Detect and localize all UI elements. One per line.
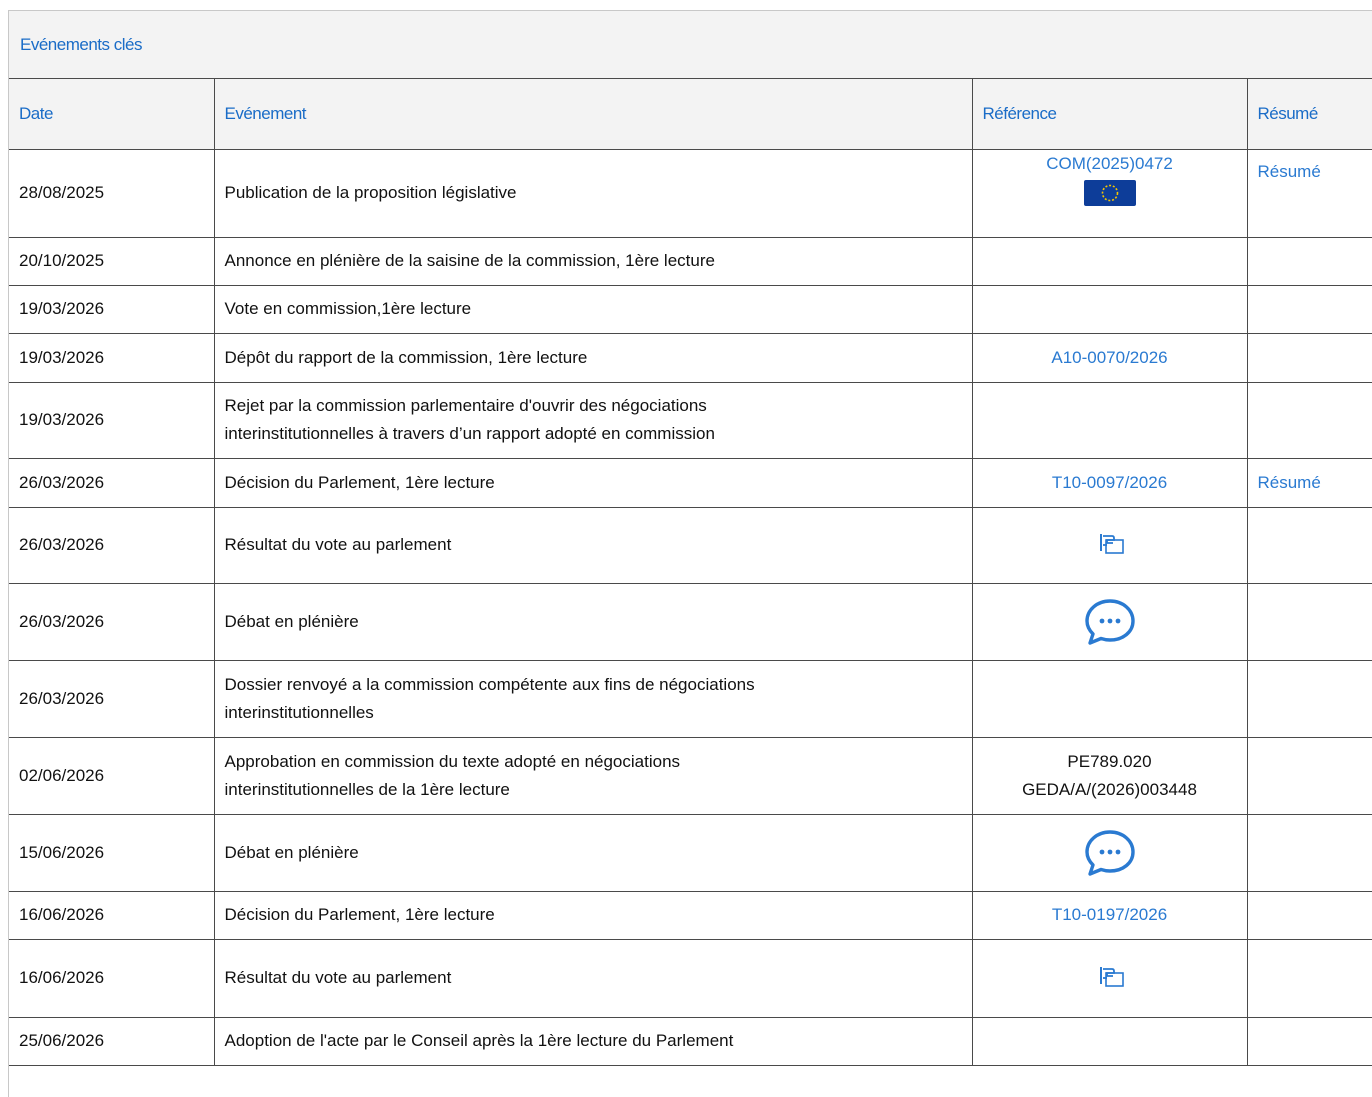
summary-link[interactable]: Résumé [1258, 473, 1321, 492]
event-date: 15/06/2026 [9, 814, 214, 892]
reference-cell: PE789.020 GEDA/A/(2026)003448 [971, 737, 1247, 815]
summary-cell [1246, 814, 1372, 892]
table-row: 02/06/2026 Approbation en commission du … [9, 737, 1372, 815]
summary-cell [1246, 939, 1372, 1018]
event-date: 16/06/2026 [9, 939, 214, 1018]
table-row: 26/03/2026 Résultat du vote au parlement [9, 507, 1372, 584]
debate-speech-bubble-icon[interactable] [1082, 597, 1138, 647]
event-title: Débat en plénière [213, 583, 972, 661]
event-title: Dossier renvoyé a la commission compéten… [213, 660, 972, 738]
event-title: Décision du Parlement, 1ère lecture [213, 458, 972, 508]
event-date: 25/06/2026 [9, 1017, 214, 1066]
column-header-reference: Référence [971, 79, 1247, 150]
event-title-line: Approbation en commission du texte adopt… [224, 751, 681, 771]
reference-text: GEDA/A/(2026)003448 [1022, 779, 1197, 799]
event-title: Résultat du vote au parlement [213, 939, 972, 1018]
reference-cell [971, 1017, 1247, 1066]
summary-cell [1246, 660, 1372, 738]
reference-cell: T10-0097/2026 [971, 458, 1247, 508]
event-date: 19/03/2026 [9, 285, 214, 334]
panel-title: Evénements clés [9, 11, 1372, 79]
column-header-date: Date [9, 79, 214, 150]
event-date: 19/03/2026 [9, 333, 214, 383]
key-events-table: Date Evénement Référence Résumé 28/08/20… [9, 79, 1372, 1066]
reference-link[interactable]: COM(2025)0472 [973, 150, 1247, 178]
column-header-summary: Résumé [1246, 79, 1372, 150]
vote-result-icon[interactable] [1093, 531, 1127, 559]
key-events-panel: Evénements clés Date Evénement Référence… [8, 10, 1372, 1097]
reference-cell [971, 285, 1247, 334]
event-title-line: Rejet par la commission parlementaire d'… [224, 396, 707, 415]
event-title-line: interinstitutionnelles à travers d’un ra… [224, 424, 715, 443]
summary-link[interactable]: Résumé [1258, 162, 1321, 181]
reference-cell [971, 382, 1247, 459]
table-row: 16/06/2026 Résultat du vote au parlement [9, 939, 1372, 1018]
table-row: 26/03/2026 Débat en plénière [9, 583, 1372, 661]
reference-text: PE789.020 [1067, 751, 1152, 771]
summary-cell [1246, 583, 1372, 661]
event-date: 26/03/2026 [9, 458, 214, 508]
event-date: 20/10/2025 [9, 237, 214, 286]
event-date: 26/03/2026 [9, 660, 214, 738]
event-title-line: interinstitutionnelles de la 1ère lectur… [224, 779, 510, 799]
event-date: 26/03/2026 [9, 583, 214, 661]
reference-link[interactable]: A10-0070/2026 [1051, 348, 1167, 367]
table-header-row: Date Evénement Référence Résumé [9, 79, 1372, 150]
table-row: 25/06/2026 Adoption de l'acte par le Con… [9, 1017, 1372, 1066]
table-row: 15/06/2026 Débat en plénière [9, 814, 1372, 892]
event-title-line: Dossier renvoyé a la commission compéten… [224, 674, 755, 694]
summary-cell [1246, 891, 1372, 940]
table-row: 19/03/2026 Rejet par la commission parle… [9, 382, 1372, 459]
reference-link[interactable]: T10-0197/2026 [1052, 905, 1167, 924]
vote-result-icon[interactable] [1093, 964, 1127, 992]
event-title: Rejet par la commission parlementaire d'… [213, 382, 972, 459]
event-date: 02/06/2026 [9, 737, 214, 815]
reference-cell [971, 507, 1247, 584]
summary-cell [1246, 737, 1372, 815]
event-title: Décision du Parlement, 1ère lecture [213, 891, 972, 940]
reference-cell [971, 814, 1247, 892]
reference-cell: COM(2025)0472 [971, 149, 1247, 238]
reference-cell: A10-0070/2026 [971, 333, 1247, 383]
table-row: 28/08/2025 Publication de la proposition… [9, 149, 1372, 238]
table-row: 16/06/2026 Décision du Parlement, 1ère l… [9, 891, 1372, 940]
event-date: 16/06/2026 [9, 891, 214, 940]
summary-cell [1246, 382, 1372, 459]
debate-speech-bubble-icon[interactable] [1082, 828, 1138, 878]
summary-cell [1246, 507, 1372, 584]
event-title: Débat en plénière [213, 814, 972, 892]
summary-cell [1246, 1017, 1372, 1066]
event-title: Vote en commission,1ère lecture [213, 285, 972, 334]
reference-cell [971, 939, 1247, 1018]
table-row: 19/03/2026 Dépôt du rapport de la commis… [9, 333, 1372, 383]
column-header-event: Evénement [213, 79, 972, 150]
eu-flag-icon[interactable] [1083, 178, 1136, 207]
summary-cell [1246, 333, 1372, 383]
event-title-line: interinstitutionnelles [224, 702, 374, 722]
table-row: 20/10/2025 Annonce en plénière de la sai… [9, 237, 1372, 286]
event-title: Résultat du vote au parlement [213, 507, 972, 584]
reference-cell [971, 660, 1247, 738]
reference-link[interactable]: T10-0097/2026 [1052, 473, 1167, 492]
table-row: 26/03/2026 Dossier renvoyé a la commissi… [9, 660, 1372, 738]
event-title: Approbation en commission du texte adopt… [213, 737, 972, 815]
event-date: 28/08/2025 [9, 149, 214, 238]
table-row: 19/03/2026 Vote en commission,1ère lectu… [9, 285, 1372, 334]
event-date: 26/03/2026 [9, 507, 214, 584]
reference-cell: T10-0197/2026 [971, 891, 1247, 940]
event-title: Adoption de l'acte par le Conseil après … [213, 1017, 972, 1066]
event-title: Annonce en plénière de la saisine de la … [213, 237, 972, 286]
table-row: 26/03/2026 Décision du Parlement, 1ère l… [9, 458, 1372, 508]
event-date: 19/03/2026 [9, 382, 214, 459]
summary-cell: Résumé [1246, 149, 1372, 238]
event-title: Publication de la proposition législativ… [213, 149, 972, 238]
event-title: Dépôt du rapport de la commission, 1ère … [213, 333, 972, 383]
summary-cell: Résumé [1246, 458, 1372, 508]
reference-cell [971, 583, 1247, 661]
summary-cell [1246, 285, 1372, 334]
reference-cell [971, 237, 1247, 286]
summary-cell [1246, 237, 1372, 286]
